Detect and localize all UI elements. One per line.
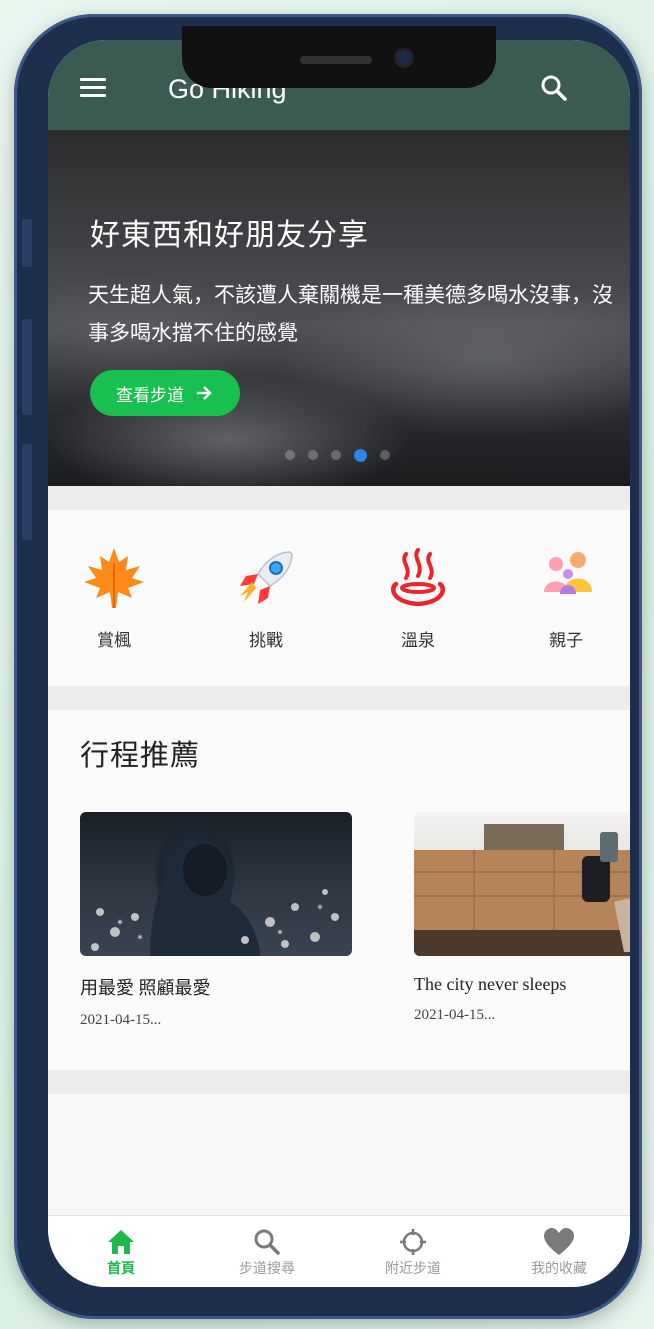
recommend-card-title: 用最愛 照顧最愛 — [80, 978, 211, 998]
nav-home[interactable]: 首頁 — [66, 1228, 176, 1278]
category-challenge[interactable]: 挑戰 — [226, 546, 306, 651]
view-trail-button[interactable]: 查看步道 — [90, 370, 240, 416]
nav-label: 我的收藏 — [531, 1261, 587, 1277]
recommend-section: 行程推薦 用最愛 照顧最愛 2021-04-15... The city nev… — [48, 710, 630, 1070]
nav-label: 附近步道 — [385, 1261, 441, 1277]
section-divider — [48, 486, 630, 510]
category-maple[interactable]: 賞楓 — [74, 546, 154, 651]
maple-leaf-icon — [84, 548, 144, 608]
menu-icon[interactable] — [80, 78, 106, 98]
carousel-dot[interactable] — [308, 450, 318, 460]
nav-nearby-trails[interactable]: 附近步道 — [358, 1228, 468, 1278]
hot-spring-icon — [391, 548, 445, 607]
carousel-dot[interactable] — [331, 450, 341, 460]
nav-label: 步道搜尋 — [239, 1261, 295, 1277]
recommend-card-date: 2021-04-15... — [414, 1007, 496, 1023]
arrow-right-icon — [197, 386, 212, 400]
home-icon — [108, 1230, 134, 1254]
category-row: 賞楓 挑戰 溫泉 親子 — [48, 510, 630, 685]
recommend-card-title: The city never sleeps — [414, 974, 567, 994]
phone-volume-up-button — [22, 319, 32, 415]
location-crosshair-icon — [400, 1229, 426, 1255]
category-hot-spring[interactable]: 溫泉 — [378, 546, 458, 651]
phone-side-button — [22, 219, 32, 267]
phone-volume-down-button — [22, 444, 32, 540]
section-title: 行程推薦 — [80, 738, 201, 772]
phone-camera — [397, 51, 411, 65]
rocket-icon — [240, 551, 293, 604]
nav-favorites[interactable]: 我的收藏 — [504, 1228, 614, 1278]
recommend-card-date: 2021-04-15... — [80, 1012, 162, 1028]
recommend-card[interactable]: The city never sleeps 2021-04-15... — [414, 812, 630, 1024]
phone-speaker — [300, 56, 372, 64]
search-icon[interactable] — [538, 72, 570, 104]
recommend-card[interactable]: 用最愛 照顧最愛 2021-04-15... — [80, 812, 352, 1029]
nav-trail-search[interactable]: 步道搜尋 — [212, 1228, 322, 1278]
family-icon — [544, 552, 592, 594]
recommend-card-image — [414, 812, 630, 956]
section-divider — [48, 686, 630, 710]
category-label: 挑戰 — [249, 631, 283, 651]
heart-icon — [544, 1228, 574, 1255]
hero-title: 好東西和好朋友分享 — [90, 218, 369, 253]
section-divider — [48, 1070, 630, 1094]
nav-label: 首頁 — [107, 1261, 135, 1277]
category-label: 親子 — [549, 631, 583, 651]
search-icon — [254, 1229, 280, 1255]
app-screen: Go Hiking 好東西和好朋友分享 天生超人氣，不該遭人棄關機是一種美德多喝… — [48, 40, 630, 1287]
view-trail-button-label: 查看步道 — [116, 385, 184, 406]
recommend-card-image — [80, 812, 352, 956]
category-label: 溫泉 — [401, 631, 435, 651]
hero-banner[interactable]: 好東西和好朋友分享 天生超人氣，不該遭人棄關機是一種美德多喝水沒事，沒事多喝水擋… — [48, 130, 630, 486]
carousel-dot-active[interactable] — [354, 449, 367, 462]
hero-description: 天生超人氣，不該遭人棄關機是一種美德多喝水沒事，沒事多喝水擋不住的感覺 — [88, 283, 613, 345]
carousel-dot[interactable] — [285, 450, 295, 460]
carousel-dot[interactable] — [380, 450, 390, 460]
bottom-nav: 首頁 步道搜尋 附近步道 我的收藏 — [48, 1215, 630, 1287]
category-family[interactable]: 親子 — [526, 546, 606, 651]
category-label: 賞楓 — [97, 631, 131, 651]
carousel-indicator — [285, 449, 390, 462]
